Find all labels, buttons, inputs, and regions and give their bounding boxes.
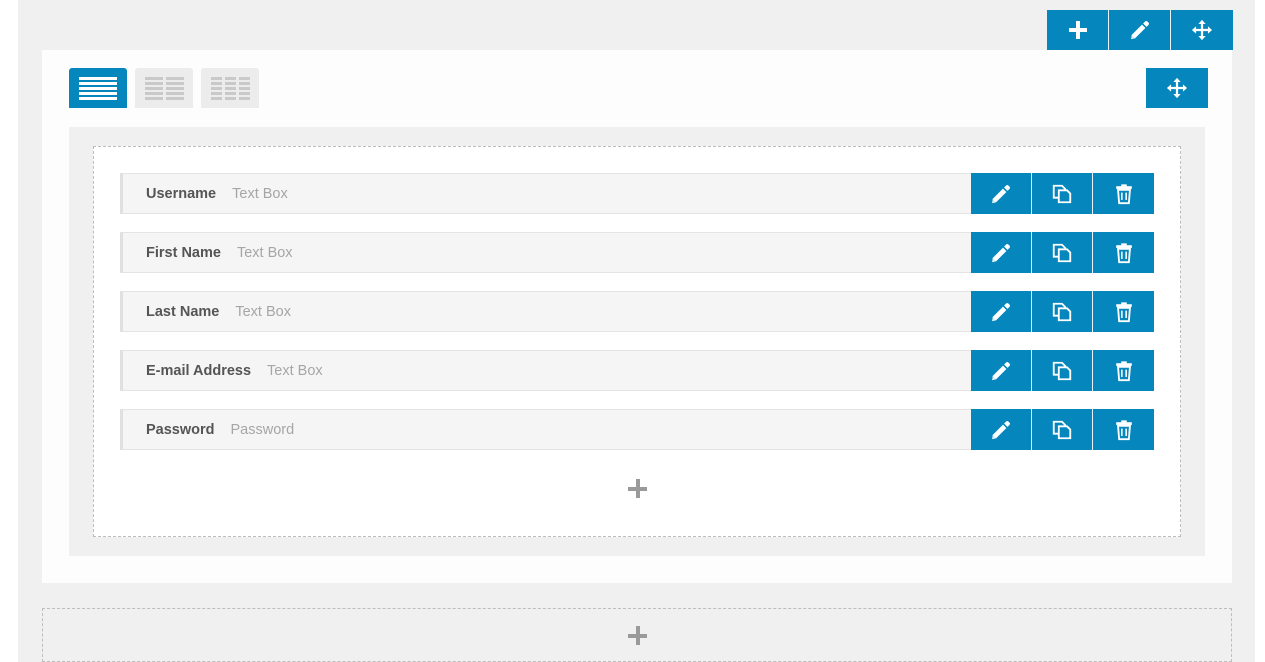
layout-tabbar: [42, 50, 1232, 127]
two-column-icon: [144, 76, 184, 100]
field-row-actions: [971, 409, 1154, 450]
plus-icon: [627, 478, 647, 498]
duplicate-field-button[interactable]: [1032, 291, 1093, 332]
edit-page-button[interactable]: [1109, 10, 1171, 50]
delete-field-button[interactable]: [1093, 232, 1154, 273]
field-row[interactable]: First Name Text Box: [120, 232, 1154, 273]
pencil-icon: [992, 302, 1011, 321]
trash-icon: [1115, 242, 1132, 263]
field-list: Username Text Box First Name Text Box Last N…: [120, 173, 1154, 450]
form-builder-page: Username Text Box First Name Text Box Last N…: [0, 0, 1265, 662]
one-column-icon: [79, 76, 117, 100]
move-icon: [1166, 77, 1188, 99]
pencil-icon: [992, 184, 1011, 203]
field-row-actions: [971, 173, 1154, 214]
page-toolbar: [1047, 10, 1233, 50]
edit-field-button[interactable]: [971, 291, 1032, 332]
duplicate-field-button[interactable]: [1032, 409, 1093, 450]
copy-icon: [1052, 243, 1072, 262]
field-label: First Name: [146, 244, 221, 261]
pencil-icon: [992, 243, 1011, 262]
pencil-icon: [992, 361, 1011, 380]
trash-icon: [1115, 301, 1132, 322]
edit-field-button[interactable]: [971, 350, 1032, 391]
copy-icon: [1052, 420, 1072, 439]
copy-icon: [1052, 302, 1072, 321]
field-row-actions: [971, 350, 1154, 391]
edit-field-button[interactable]: [971, 232, 1032, 273]
duplicate-field-button[interactable]: [1032, 232, 1093, 273]
field-row[interactable]: Password Password: [120, 409, 1154, 450]
copy-icon: [1052, 184, 1072, 203]
field-label: E-mail Address: [146, 362, 252, 379]
field-row-actions: [971, 232, 1154, 273]
three-column-icon: [210, 76, 250, 100]
add-section-drop-zone[interactable]: [42, 608, 1232, 662]
form-card: Username Text Box First Name Text Box Last N…: [42, 50, 1232, 583]
field-label: Last Name: [146, 303, 220, 320]
form-section: Username Text Box First Name Text Box Last N…: [69, 127, 1205, 556]
field-type: Password: [230, 421, 295, 438]
pencil-icon: [1130, 20, 1149, 40]
field-type: Text Box: [232, 185, 288, 202]
layout-one-column[interactable]: [69, 68, 127, 108]
move-page-button[interactable]: [1171, 10, 1233, 50]
delete-field-button[interactable]: [1093, 409, 1154, 450]
duplicate-field-button[interactable]: [1032, 350, 1093, 391]
move-icon: [1191, 19, 1213, 41]
add-field-button[interactable]: [120, 468, 1154, 508]
field-type: Text Box: [267, 362, 323, 379]
field-type: Text Box: [236, 244, 293, 261]
field-row[interactable]: Username Text Box: [120, 173, 1154, 214]
delete-field-button[interactable]: [1093, 291, 1154, 332]
pencil-icon: [992, 420, 1011, 439]
layout-two-column[interactable]: [135, 68, 193, 108]
field-label: Password: [146, 421, 215, 438]
fields-drop-area[interactable]: Username Text Box First Name Text Box Last N…: [93, 146, 1181, 537]
delete-field-button[interactable]: [1093, 173, 1154, 214]
field-label: Username: [146, 185, 217, 202]
edit-field-button[interactable]: [971, 173, 1032, 214]
plus-icon: [1068, 21, 1087, 39]
plus-icon: [627, 625, 647, 645]
delete-field-button[interactable]: [1093, 350, 1154, 391]
move-section-button[interactable]: [1146, 68, 1208, 108]
copy-icon: [1052, 361, 1072, 380]
trash-icon: [1115, 360, 1132, 381]
field-row[interactable]: E-mail Address Text Box: [120, 350, 1154, 391]
duplicate-field-button[interactable]: [1032, 173, 1093, 214]
edit-field-button[interactable]: [971, 409, 1032, 450]
field-row[interactable]: Last Name Text Box: [120, 291, 1154, 332]
add-page-button[interactable]: [1047, 10, 1109, 50]
add-section-button[interactable]: [43, 615, 1231, 655]
field-row-actions: [971, 291, 1154, 332]
trash-icon: [1115, 419, 1132, 440]
layout-three-column[interactable]: [201, 68, 259, 108]
field-type: Text Box: [235, 303, 291, 320]
trash-icon: [1115, 183, 1132, 204]
